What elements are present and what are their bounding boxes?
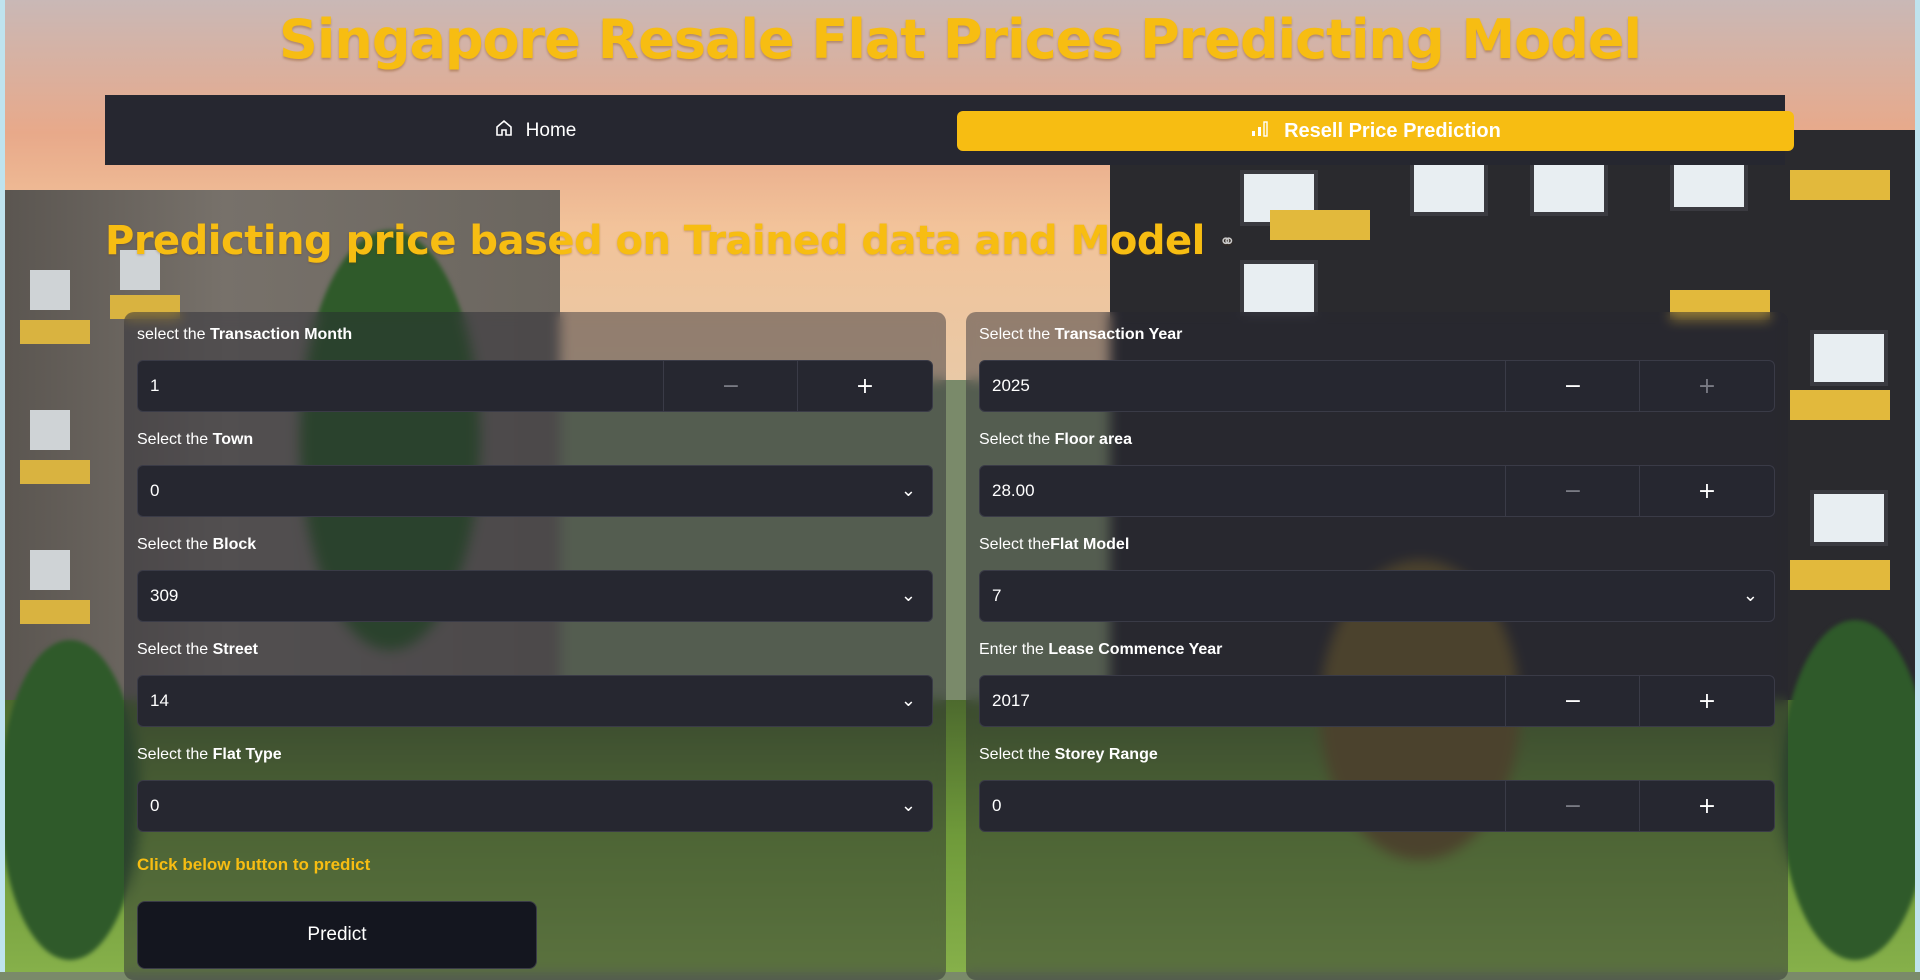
- town-label: Select the Town: [137, 431, 254, 448]
- transaction-month-input[interactable]: 1 − +: [137, 360, 933, 412]
- transaction-year-input[interactable]: 2025 − +: [979, 360, 1775, 412]
- lease-commence-year-field: Enter the Lease Commence Year 2017 − +: [979, 641, 1775, 727]
- block-label: Select the Block: [137, 536, 257, 553]
- street-label: Select the Street: [137, 641, 258, 658]
- floor-area-label: Select the Floor area: [979, 431, 1132, 448]
- chevron-down-icon: ⌄: [900, 795, 916, 816]
- nav-prediction-label: Resell Price Prediction: [1284, 119, 1501, 142]
- predict-hint-text: Click below button to predict: [137, 855, 371, 874]
- chevron-down-icon: ⌄: [900, 480, 916, 501]
- transaction-month-decrement-button[interactable]: −: [663, 361, 798, 411]
- storey-range-field: Select the Storey Range 0 − +: [979, 746, 1775, 832]
- transaction-year-label: Select the Transaction Year: [979, 326, 1183, 343]
- bar-chart-icon: [1250, 118, 1272, 144]
- storey-range-input[interactable]: 0 − +: [979, 780, 1775, 832]
- block-select[interactable]: 309 ⌄: [137, 570, 933, 622]
- street-field: Select the Street 14 ⌄: [137, 641, 933, 727]
- section-heading-text: Predicting price based on Trained data a…: [105, 218, 1205, 264]
- nav-resell-price-prediction-button[interactable]: Resell Price Prediction: [957, 111, 1794, 151]
- nav-home-button[interactable]: Home: [105, 111, 965, 151]
- floor-area-field: Select the Floor area 28.00 − +: [979, 431, 1775, 517]
- transaction-year-field: Select the Transaction Year 2025 − +: [979, 326, 1775, 412]
- transaction-month-field: select the Transaction Month 1 − +: [137, 326, 933, 412]
- flat-type-select[interactable]: 0 ⌄: [137, 780, 933, 832]
- nav-home-label: Home: [525, 120, 577, 141]
- page-title: Singapore Resale Flat Prices Predicting …: [278, 8, 1642, 71]
- left-form-column: select the Transaction Month 1 − + Selec…: [124, 312, 946, 980]
- transaction-month-increment-button[interactable]: +: [797, 361, 932, 411]
- lease-commence-year-increment-button[interactable]: +: [1639, 676, 1774, 726]
- nav-bar: Home Resell Price Prediction: [105, 95, 1794, 165]
- flat-type-field: Select the Flat Type 0 ⌄: [137, 746, 933, 832]
- predict-button[interactable]: Predict: [137, 901, 537, 969]
- transaction-month-label: select the Transaction Month: [137, 326, 353, 343]
- flat-model-label: Select theFlat Model: [979, 536, 1130, 553]
- chevron-down-icon: ⌄: [900, 585, 916, 606]
- lease-commence-year-decrement-button[interactable]: −: [1505, 676, 1640, 726]
- section-heading: Predicting price based on Trained data a…: [105, 218, 1236, 264]
- flat-model-select[interactable]: 7 ⌄: [979, 570, 1775, 622]
- floor-area-decrement-button[interactable]: −: [1505, 466, 1640, 516]
- floor-area-input[interactable]: 28.00 − +: [979, 465, 1775, 517]
- link-icon[interactable]: ⚭: [1219, 229, 1236, 253]
- flat-type-label: Select the Flat Type: [137, 746, 282, 763]
- town-select[interactable]: 0 ⌄: [137, 465, 933, 517]
- lease-commence-year-label: Enter the Lease Commence Year: [979, 641, 1223, 658]
- street-select[interactable]: 14 ⌄: [137, 675, 933, 727]
- transaction-year-increment-button[interactable]: +: [1639, 361, 1774, 411]
- transaction-year-decrement-button[interactable]: −: [1505, 361, 1640, 411]
- lease-commence-year-input[interactable]: 2017 − +: [979, 675, 1775, 727]
- floor-area-increment-button[interactable]: +: [1639, 466, 1774, 516]
- chevron-down-icon: ⌄: [900, 690, 916, 711]
- chevron-down-icon: ⌄: [1742, 585, 1758, 606]
- town-field: Select the Town 0 ⌄: [137, 431, 933, 517]
- right-form-column: Select the Transaction Year 2025 − + Sel…: [966, 312, 1788, 980]
- block-field: Select the Block 309 ⌄: [137, 536, 933, 622]
- storey-range-label: Select the Storey Range: [979, 746, 1158, 763]
- storey-range-increment-button[interactable]: +: [1639, 781, 1774, 831]
- storey-range-decrement-button[interactable]: −: [1505, 781, 1640, 831]
- flat-model-field: Select theFlat Model 7 ⌄: [979, 536, 1775, 622]
- home-icon: [494, 118, 514, 144]
